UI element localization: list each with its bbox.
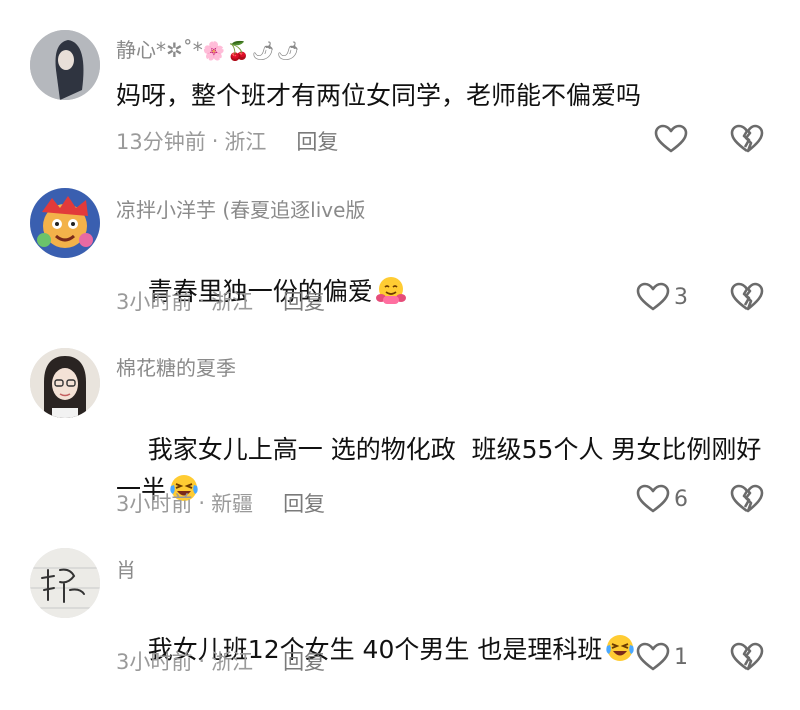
comment-location: 浙江 [211,290,254,314]
comment-location: 浙江 [211,650,254,674]
username-emoji: 🌸🍒🌶🌶 [202,41,302,62]
broken-heart-icon [730,484,764,513]
meta-separator: · [198,649,206,673]
meta-separator: · [198,491,206,515]
comment-meta: 3小时前 · 浙江 回复 [116,646,325,676]
reply-button[interactable]: 回复 [283,646,325,676]
broken-heart-icon [730,124,764,153]
avatar[interactable] [30,548,100,618]
reply-button[interactable]: 回复 [283,286,325,316]
like-button[interactable] [654,124,688,154]
dislike-button[interactable] [730,282,764,316]
dislike-button[interactable] [730,484,764,518]
like-button[interactable]: 1 [636,642,688,672]
comment-text: 妈呀，整个班才有两位女同学，老师能不偏爱吗 [116,81,642,110]
comment-time: 3小时前 [116,492,193,516]
comment-location: 浙江 [224,130,267,154]
comment-meta: 3小时前 · 新疆 回复 [116,488,325,518]
like-button[interactable]: 3 [636,282,688,312]
comment-text: 我家女儿上高一 选的物化政 班级55个人 男女比例刚好一半 [116,390,766,550]
broken-heart-icon [730,282,764,311]
avatar[interactable] [30,348,100,418]
like-count: 6 [674,486,688,512]
reply-button[interactable]: 回复 [283,488,325,518]
username[interactable]: 棉花糖的夏季 [116,352,236,381]
heart-icon [636,282,670,311]
dislike-button[interactable] [730,642,764,676]
username[interactable]: 凉拌小洋芋 (春夏追逐live版 [116,194,365,223]
meta-separator: · [198,289,206,313]
comment-meta: 3小时前 · 浙江 回复 [116,286,325,316]
comment-time: 13分钟前 [116,130,206,154]
heart-icon [636,642,670,671]
meta-separator: · [211,129,219,153]
heart-icon [654,124,688,153]
laughing-crying-emoji-icon [606,635,634,661]
comment-time: 3小时前 [116,650,193,674]
like-count: 3 [674,284,688,310]
comment-meta: 13分钟前 · 浙江 回复 [116,126,338,156]
heart-icon [636,484,670,513]
username[interactable]: 静心*✲˚*🌸🍒🌶🌶 [116,34,301,63]
like-count: 1 [674,644,688,670]
avatar[interactable] [30,188,100,258]
comment-location: 新疆 [211,492,254,516]
hugging-face-emoji-icon [375,277,406,304]
username-text: 静心*✲˚* [116,38,203,62]
avatar[interactable] [30,30,100,100]
username[interactable]: 肖 [116,554,136,583]
reply-button[interactable]: 回复 [296,126,338,156]
dislike-button[interactable] [730,124,764,158]
broken-heart-icon [730,642,764,671]
comment-time: 3小时前 [116,290,193,314]
like-button[interactable]: 6 [636,484,688,514]
